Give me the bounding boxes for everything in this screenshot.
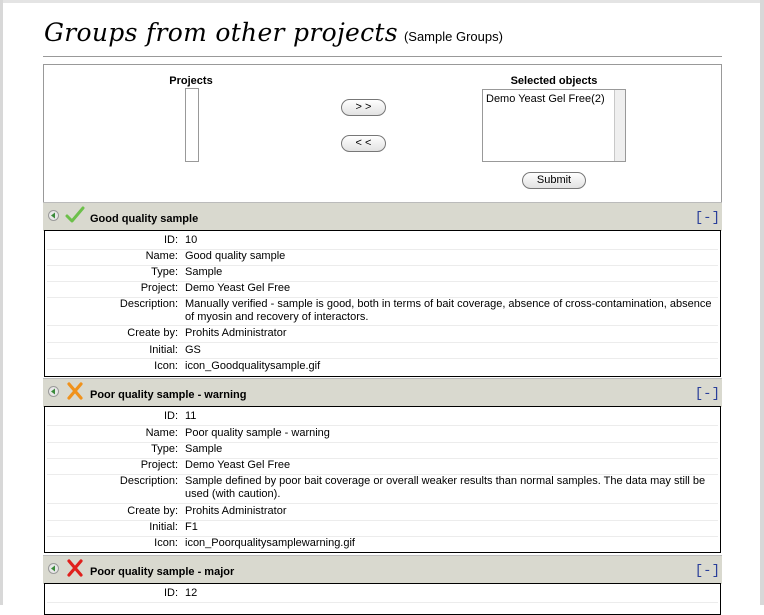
icon-label: Icon:: [154, 360, 178, 372]
check-icon: [65, 206, 85, 223]
initial-label: Initial:: [149, 521, 178, 533]
selected-option[interactable]: Demo Yeast Gel Free(2): [486, 93, 605, 105]
group-details-good-quality: ID: 10 Name: Good quality sample Type: S…: [44, 230, 721, 377]
listbox-scrollbar[interactable]: [614, 90, 625, 161]
created-by-value: Prohits Administrator: [185, 505, 287, 517]
selected-objects-label: Selected objects: [510, 75, 598, 87]
expand-arrow-icon[interactable]: [48, 563, 59, 574]
collapse-link[interactable]: [-]: [695, 386, 720, 402]
description-value: Manually verified - sample is good, both…: [185, 298, 712, 323]
expand-arrow-icon[interactable]: [48, 386, 59, 397]
group-header-poor-quality-major: Poor quality sample - major [-]: [43, 555, 722, 584]
collapse-link[interactable]: [-]: [695, 563, 720, 579]
group-title: Poor quality sample - major: [90, 566, 235, 578]
window-top-border: [0, 0, 764, 3]
project-value: Demo Yeast Gel Free: [185, 459, 291, 471]
name-label: Name:: [145, 250, 178, 262]
icon-value: icon_Poorqualitysamplewarning.gif: [185, 537, 355, 549]
id-value: 10: [185, 234, 198, 246]
icon-label: Icon:: [154, 537, 178, 549]
project-selector-panel: Projects > > < < Selected objects Demo Y…: [43, 64, 722, 203]
page-title: Groups from other projects (Sample Group…: [44, 18, 724, 54]
submit-button[interactable]: Submit: [522, 172, 586, 189]
description-label: Description:: [119, 298, 178, 310]
name-value: Good quality sample: [185, 250, 286, 262]
projects-listbox[interactable]: [185, 88, 199, 162]
group-header-good-quality: Good quality sample [-]: [43, 202, 722, 231]
group-title: Good quality sample: [90, 213, 199, 225]
collapse-link[interactable]: [-]: [695, 210, 720, 226]
type-label: Type:: [151, 443, 178, 455]
name-label: Name:: [145, 427, 178, 439]
id-label: ID:: [163, 234, 178, 246]
icon-value: icon_Goodqualitysample.gif: [185, 360, 321, 372]
group-details-poor-quality-major: ID: 12: [44, 583, 721, 615]
title-divider: [43, 56, 722, 57]
selected-objects-listbox[interactable]: Demo Yeast Gel Free(2): [482, 89, 626, 162]
project-label: Project:: [140, 459, 178, 471]
project-value: Demo Yeast Gel Free: [185, 282, 291, 294]
initial-label: Initial:: [149, 344, 178, 356]
expand-arrow-icon[interactable]: [48, 210, 59, 221]
project-label: Project:: [140, 282, 178, 294]
row-divider: [47, 602, 718, 603]
type-value: Sample: [185, 443, 223, 455]
type-value: Sample: [185, 266, 223, 278]
window-left-border: [0, 0, 3, 605]
created-by-label: Create by:: [127, 327, 178, 339]
row-divider: [47, 325, 718, 326]
created-by-value: Prohits Administrator: [185, 327, 287, 339]
window-right-border: [760, 0, 764, 605]
description-label: Description:: [119, 475, 178, 487]
id-value: 12: [185, 587, 198, 599]
group-header-poor-quality-warning: Poor quality sample - warning [-]: [43, 378, 722, 407]
add-button[interactable]: > >: [341, 99, 386, 116]
row-divider: [47, 358, 718, 359]
group-title: Poor quality sample - warning: [90, 389, 247, 401]
cross-icon: [67, 559, 83, 577]
initial-value: GS: [185, 344, 201, 356]
id-label: ID:: [163, 410, 178, 422]
page-subtitle: (Sample Groups): [403, 29, 503, 44]
projects-label: Projects: [169, 75, 213, 87]
id-label: ID:: [163, 587, 178, 599]
created-by-label: Create by:: [127, 505, 178, 517]
page-title-text: Groups from other projects: [44, 18, 398, 47]
id-value: 11: [185, 410, 197, 422]
group-details-poor-quality-warning: ID: 11 Name: Poor quality sample - warni…: [44, 406, 721, 553]
row-divider: [47, 503, 718, 504]
row-divider: [47, 425, 718, 426]
description-value: Sample defined by poor bait coverage or …: [185, 475, 706, 500]
name-value: Poor quality sample - warning: [185, 427, 330, 439]
cross-icon: [67, 382, 83, 400]
remove-button[interactable]: < <: [341, 135, 386, 152]
initial-value: F1: [185, 521, 198, 533]
type-label: Type:: [151, 266, 178, 278]
row-divider: [47, 342, 718, 343]
